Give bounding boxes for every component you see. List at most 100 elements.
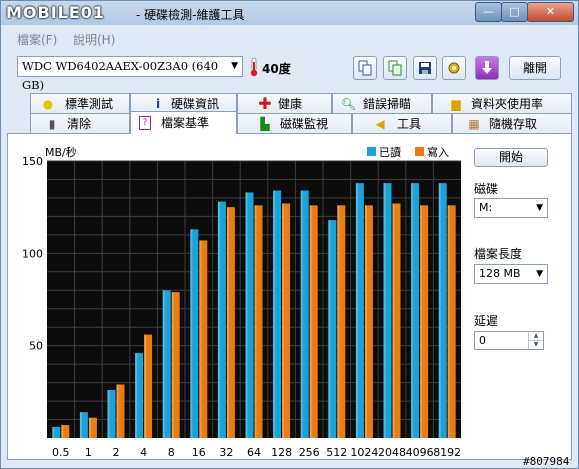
tab-health[interactable]: ✚ 健康 xyxy=(237,93,332,114)
tab-erase[interactable]: ▮ 清除 xyxy=(30,113,130,134)
save-button[interactable] xyxy=(413,56,437,80)
y-tick-label: 100 xyxy=(22,247,43,260)
drive-select-value: WDC WD6402AAEX-00Z3A0 (640 GB) xyxy=(22,59,219,92)
x-tick-label: 8 xyxy=(168,446,175,459)
tab-file-benchmark[interactable]: ? 檔案基準 xyxy=(130,111,237,134)
tab-folder-usage[interactable]: ▆ 資料夾使用率 xyxy=(432,93,572,114)
tab-label: 錯誤掃瞄 xyxy=(363,97,412,111)
magnifier-icon: 🔍︎ xyxy=(341,97,357,111)
copy-green-button[interactable] xyxy=(383,56,407,80)
bar-highlight xyxy=(61,425,64,438)
minimize-button[interactable]: — xyxy=(475,2,502,22)
x-tick-label: 128 xyxy=(271,446,292,459)
bar-highlight xyxy=(364,205,367,438)
temperature-readout: 40度 xyxy=(262,62,291,76)
download-button[interactable] xyxy=(475,56,499,80)
bar-highlight xyxy=(411,183,414,438)
bar-highlight xyxy=(447,205,450,438)
tab-label: 檔案基準 xyxy=(161,116,210,130)
bar-highlight xyxy=(309,205,312,438)
file-length-label: 檔案長度 xyxy=(474,247,523,261)
watermark: #807984 xyxy=(523,455,570,468)
chevron-down-icon: ▼ xyxy=(536,269,543,279)
bar-highlight xyxy=(217,201,220,438)
tab-tools[interactable]: ◀ 工具 xyxy=(352,113,452,134)
speaker-icon: ◀ xyxy=(375,117,385,131)
spin-down-button[interactable]: ▼ xyxy=(528,341,543,349)
menu-bar: 檔案(F) 說明(H) xyxy=(1,27,578,47)
tab-label: 健康 xyxy=(278,97,303,111)
bar-highlight xyxy=(107,389,110,438)
lightbulb-icon: ● xyxy=(42,97,54,111)
disk-select-value: M: xyxy=(479,201,493,214)
menu-help[interactable]: 說明(H) xyxy=(73,31,115,48)
monitor-chart-icon: ▙ xyxy=(260,117,270,131)
tab-label: 工具 xyxy=(397,117,422,131)
bar-highlight xyxy=(190,229,193,438)
bar-highlight xyxy=(171,292,174,438)
title-bar: MOBILE01 - 硬碟檢測-維護工具 — □ ✕ xyxy=(1,1,578,25)
x-tick-label: 32 xyxy=(219,446,233,459)
spin-up-button[interactable]: ▲ xyxy=(528,332,543,341)
app-logo: MOBILE01 xyxy=(6,3,106,22)
tab-standard-test[interactable]: ● 標準測試 xyxy=(30,93,130,114)
tab-label: 磁碟監視 xyxy=(280,117,329,131)
bar-highlight xyxy=(199,240,202,438)
legend-swatch xyxy=(415,147,424,156)
bar-highlight xyxy=(392,203,395,438)
tab-label: 清除 xyxy=(67,117,92,131)
x-tick-label: 64 xyxy=(247,446,261,459)
tools-icon xyxy=(448,62,460,74)
thermometer-icon xyxy=(250,57,258,77)
x-tick-label: 4096 xyxy=(406,446,434,459)
bar-highlight xyxy=(88,417,91,438)
close-button[interactable]: ✕ xyxy=(527,2,574,22)
bar-highlight xyxy=(226,207,229,438)
copy-green-icon xyxy=(388,60,402,76)
bar-highlight xyxy=(79,412,82,438)
tab-error-scan[interactable]: 🔍︎ 錯誤掃瞄 xyxy=(332,93,432,114)
app-window: MOBILE01 - 硬碟檢測-維護工具 — □ ✕ 檔案(F) 說明(H) W… xyxy=(0,0,579,469)
x-tick-label: 1024 xyxy=(350,446,378,459)
exit-button[interactable]: 離開 xyxy=(509,56,561,80)
x-tick-label: 2 xyxy=(113,446,120,459)
disk-select[interactable]: M: ▼ xyxy=(474,198,548,218)
bar-highlight xyxy=(300,190,303,438)
chevron-down-icon: ▼ xyxy=(231,61,238,71)
delay-spinner[interactable]: 0 ▲ ▼ xyxy=(474,331,544,350)
bar-highlight xyxy=(438,183,441,438)
tab-random-access[interactable]: ▦ 隨機存取 xyxy=(452,113,572,134)
chevron-down-icon: ▼ xyxy=(536,203,543,213)
y-tick-label: 50 xyxy=(29,340,43,353)
download-icon xyxy=(482,61,492,74)
tab-label: 隨機存取 xyxy=(489,117,538,131)
menu-file[interactable]: 檔案(F) xyxy=(17,31,57,48)
bar-highlight xyxy=(135,353,138,438)
bar-highlight xyxy=(245,192,248,438)
bar-highlight xyxy=(282,203,285,438)
x-tick-label: 16 xyxy=(192,446,206,459)
tools-button[interactable] xyxy=(442,56,466,80)
delay-value: 0 xyxy=(479,334,486,347)
tab-disk-monitor[interactable]: ▙ 磁碟監視 xyxy=(237,113,352,134)
x-tick-label: 0.5 xyxy=(52,446,70,459)
start-button[interactable]: 開始 xyxy=(474,148,548,167)
bar-highlight xyxy=(328,220,331,438)
bar-highlight xyxy=(337,205,340,438)
legend-label: 寫入 xyxy=(427,145,449,159)
drive-select[interactable]: WDC WD6402AAEX-00Z3A0 (640 GB) ▼ xyxy=(17,56,243,92)
bar-highlight xyxy=(383,183,386,438)
folder-icon: ▆ xyxy=(451,97,461,111)
info-icon: i xyxy=(155,97,161,111)
maximize-button[interactable]: □ xyxy=(501,2,528,22)
file-length-select-value: 128 MB xyxy=(479,267,521,280)
file-length-select[interactable]: 128 MB ▼ xyxy=(474,264,548,284)
copy-button[interactable] xyxy=(353,56,377,80)
legend-swatch xyxy=(367,147,376,156)
disk-label: 磁碟 xyxy=(474,182,499,196)
delay-label: 延遲 xyxy=(474,314,499,328)
trash-icon: ▮ xyxy=(48,117,56,131)
health-cross-icon: ✚ xyxy=(258,94,272,113)
window-title: - 硬碟檢測-維護工具 xyxy=(136,8,245,22)
x-tick-label: 256 xyxy=(299,446,320,459)
